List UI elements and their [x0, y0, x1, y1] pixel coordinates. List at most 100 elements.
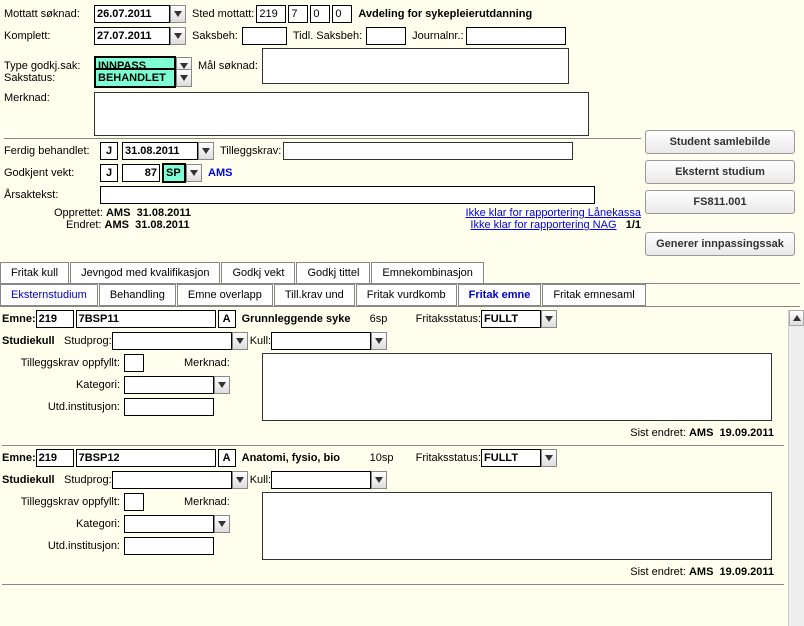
emne2-studprog[interactable] [112, 471, 232, 489]
mottatt-date-dropdown[interactable] [170, 5, 186, 23]
tab-behandling[interactable]: Behandling [99, 284, 176, 306]
emne1-merknad-textarea[interactable] [262, 353, 772, 421]
eksternt-studium-button[interactable]: Eksternt studium [645, 160, 795, 184]
tab-fritak-emnesaml[interactable]: Fritak emnesaml [542, 284, 645, 306]
emne1-fritaksstatus[interactable] [481, 310, 541, 328]
mal-soknad-textarea[interactable] [262, 48, 569, 84]
endret-label: Endret: [66, 219, 101, 231]
ferdig-date-dropdown[interactable] [198, 142, 214, 160]
emne2-tilleggskrav[interactable] [124, 493, 144, 511]
emne1-kategori-dropdown[interactable] [214, 376, 230, 394]
emne1-code1[interactable] [36, 310, 74, 328]
emne1-code2[interactable] [76, 310, 216, 328]
studprog-label: Studprog: [64, 335, 112, 347]
generer-innpassingssak-button[interactable]: Generer innpassingssak [645, 232, 795, 256]
emne2-fritaksstatus[interactable] [481, 449, 541, 467]
tab-godkj-tittel[interactable]: Godkj tittel [296, 262, 370, 283]
tab-row-upper: Fritak kull Jevngod med kvalifikasjon Go… [0, 262, 800, 284]
emne2-merknad-textarea[interactable] [262, 492, 772, 560]
emne2-code2[interactable] [76, 449, 216, 467]
saksbeh-input[interactable] [242, 27, 287, 45]
emne1-sist-date: 19.09.2011 [720, 427, 774, 439]
emne1-utd-institusjon[interactable] [124, 398, 214, 416]
mal-soknad-label: Mål søknad: [198, 60, 258, 72]
emne2-kategori[interactable] [124, 515, 214, 533]
sted-code-1[interactable] [256, 5, 286, 23]
komplett-date-dropdown[interactable] [170, 27, 186, 45]
tidl-saksbeh-input[interactable] [366, 27, 406, 45]
emne2-studprog-dropdown[interactable] [232, 471, 248, 489]
emne1-kategori[interactable] [124, 376, 214, 394]
journalnr-label: Journalnr.: [412, 30, 463, 42]
main-panel: Mottatt søknad: Sted mottatt: Avdeling f… [0, 0, 645, 237]
fritaksstatus-label-2: Fritaksstatus: [416, 452, 481, 464]
merknad-label: Merknad: [4, 92, 94, 104]
endret-date: 31.08.2011 [135, 219, 189, 231]
sakstatus-dropdown[interactable] [176, 69, 192, 87]
emne1-sist-by: AMS [689, 427, 713, 439]
emne1-kull[interactable] [271, 332, 371, 350]
merknad-textarea[interactable] [94, 92, 589, 136]
kull-label-2: Kull: [250, 474, 271, 486]
emne1-kull-dropdown[interactable] [371, 332, 387, 350]
mottatt-soknad-label: Mottatt søknad: [4, 8, 94, 20]
emne1-grade[interactable] [218, 310, 236, 328]
arsaktekst-label: Årsaktekst: [4, 189, 100, 201]
emne2-sist-by: AMS [689, 566, 713, 578]
emne-label-2: Emne: [2, 452, 36, 464]
sakstatus-select[interactable]: BEHANDLET [94, 68, 176, 88]
ferdig-behandlet-date[interactable] [122, 142, 198, 160]
ferdig-behandlet-j[interactable] [100, 142, 118, 160]
tab-eksternstudium[interactable]: Eksternstudium [0, 284, 98, 306]
emne2-grade[interactable] [218, 449, 236, 467]
type-godkj-label: Type godkj.sak: [4, 60, 94, 72]
tab-emne-overlapp[interactable]: Emne overlapp [177, 284, 273, 306]
sted-code-4[interactable] [332, 5, 352, 23]
tab-fritak-kull[interactable]: Fritak kull [0, 262, 69, 283]
emne1-fritaksstatus-dropdown[interactable] [541, 310, 557, 328]
emne2-sp: 10sp [370, 452, 406, 464]
sted-code-2[interactable] [288, 5, 308, 23]
sist-endret-label-2: Sist endret: [630, 566, 686, 578]
emne2-kull[interactable] [271, 471, 371, 489]
emne-label: Emne: [2, 313, 36, 325]
emne1-tilleggskrav[interactable] [124, 354, 144, 372]
opprettet-date: 31.08.2011 [137, 207, 191, 219]
emne2-fritaksstatus-dropdown[interactable] [541, 449, 557, 467]
godkjent-vekt-unit[interactable]: SP [162, 163, 186, 183]
sist-endret-label: Sist endret: [630, 427, 686, 439]
tab-jevngod[interactable]: Jevngod med kvalifikasjon [70, 262, 220, 283]
link-lanekassa[interactable]: Ikke klar for rapportering Lånekassa [466, 207, 641, 219]
tab-fritak-emne[interactable]: Fritak emne [458, 284, 542, 306]
vekt-unit-dropdown[interactable] [186, 164, 202, 182]
tab-tillkrav-und[interactable]: Till.krav und [274, 284, 355, 306]
emne1-studprog[interactable] [112, 332, 232, 350]
tab-fritak-vurdkomb[interactable]: Fritak vurdkomb [356, 284, 457, 306]
student-samlebilde-button[interactable]: Student samlebilde [645, 130, 795, 154]
mottatt-soknad-date[interactable] [94, 5, 170, 23]
studiekull-label: Studiekull [2, 335, 64, 347]
ams-link[interactable]: AMS [208, 167, 232, 179]
tab-godkj-vekt[interactable]: Godkj vekt [221, 262, 295, 283]
emne2-sist-date: 19.09.2011 [720, 566, 774, 578]
tilleggskrav-label: Tilleggskrav: [220, 145, 281, 157]
fs811-button[interactable]: FS811.001 [645, 190, 795, 214]
komplett-date[interactable] [94, 27, 170, 45]
godkjent-vekt-val[interactable] [122, 164, 160, 182]
arsaktekst-input[interactable] [100, 186, 595, 204]
emne2-kategori-dropdown[interactable] [214, 515, 230, 533]
scroll-up-icon[interactable] [789, 310, 804, 326]
tilleggskrav-input[interactable] [283, 142, 573, 160]
kategori-label-2: Kategori: [2, 518, 124, 530]
tab-emnekombinasjon[interactable]: Emnekombinasjon [371, 262, 484, 283]
emne2-utd-institusjon[interactable] [124, 537, 214, 555]
godkjent-vekt-j[interactable] [100, 164, 118, 182]
emne2-kull-dropdown[interactable] [371, 471, 387, 489]
emne1-studprog-dropdown[interactable] [232, 332, 248, 350]
sted-code-3[interactable] [310, 5, 330, 23]
vertical-scrollbar[interactable] [788, 310, 804, 626]
link-nag[interactable]: Ikke klar for rapportering NAG [470, 219, 616, 231]
emne2-code1[interactable] [36, 449, 74, 467]
journalnr-input[interactable] [466, 27, 566, 45]
emne2-name: Anatomi, fysio, bio [242, 452, 370, 464]
